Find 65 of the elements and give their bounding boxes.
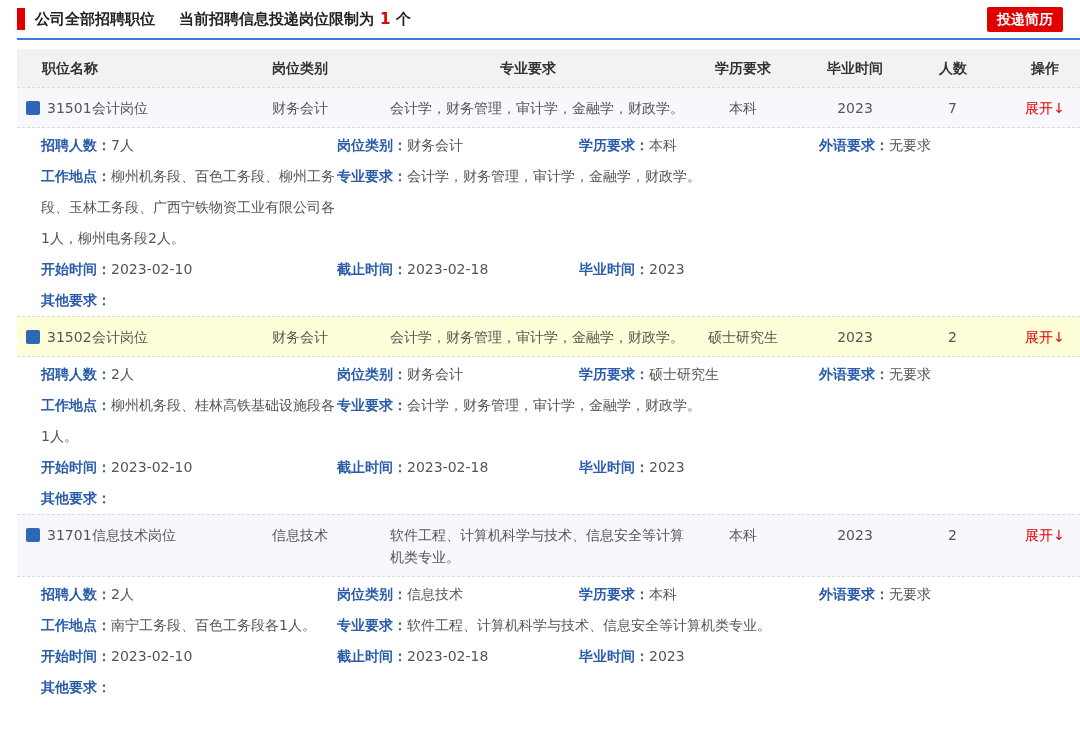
table-cell: 财务会计 xyxy=(272,329,328,345)
section-title: 公司全部招聘职位 xyxy=(35,8,155,30)
checkbox[interactable] xyxy=(26,101,40,115)
position-name: 31701信息技术岗位 xyxy=(47,526,176,545)
title-marker xyxy=(17,8,25,30)
detail-text: 其他要求： xyxy=(41,679,111,695)
table-cell: 财务会计 xyxy=(272,100,328,116)
detail-text: 专业要求：会计学，财务管理，审计学，金融学，财政学。 xyxy=(337,168,701,184)
detail-text: 学历要求：本科 xyxy=(579,586,677,602)
detail-text: 工作地点：柳州机务段、桂林高铁基础设施段各1人。 xyxy=(41,397,335,444)
detail-text: 招聘人数：7人 xyxy=(41,137,134,153)
column-header: 学历要求 xyxy=(713,58,772,78)
detail-text: 开始时间：2023-02-10 xyxy=(41,648,193,664)
checkbox[interactable] xyxy=(26,528,40,542)
detail-text: 招聘人数：2人 xyxy=(41,586,134,602)
column-header: 专业要求 xyxy=(498,58,557,78)
submit-resume-button[interactable]: 投递简历 xyxy=(987,6,1063,32)
table-cell: 2 xyxy=(948,527,957,543)
detail-text: 截止时间：2023-02-18 xyxy=(337,648,489,664)
detail-text: 招聘人数：2人 xyxy=(41,366,134,382)
detail-text: 岗位类别：信息技术 xyxy=(337,586,463,602)
expand-link[interactable]: 展开↓ xyxy=(1025,329,1065,345)
table-cell: 7 xyxy=(948,100,957,116)
table-cell: 软件工程、计算机科学与技术、信息安全等计算机类专业。 xyxy=(390,527,684,565)
table-cell: 本科 xyxy=(728,100,757,116)
detail-text: 外语要求：无要求 xyxy=(819,586,931,602)
detail-text: 岗位类别：财务会计 xyxy=(337,366,463,382)
expand-link[interactable]: 展开↓ xyxy=(1025,527,1065,543)
detail-text: 专业要求：软件工程、计算机科学与技术、信息安全等计算机类专业。 xyxy=(337,617,771,633)
table-cell: 硕士研究生 xyxy=(707,329,778,345)
expand-link[interactable]: 展开↓ xyxy=(1025,100,1065,116)
detail-text: 截止时间：2023-02-18 xyxy=(337,459,489,475)
detail-text: 其他要求： xyxy=(41,490,111,506)
column-header: 人数 xyxy=(937,58,968,78)
detail-text: 岗位类别：财务会计 xyxy=(337,137,463,153)
detail-text: 其他要求： xyxy=(41,292,111,308)
column-header: 操作 xyxy=(1030,58,1060,78)
detail-text: 截止时间：2023-02-18 xyxy=(337,261,489,277)
checkbox[interactable] xyxy=(26,330,40,344)
detail-text: 开始时间：2023-02-10 xyxy=(41,459,193,475)
detail-text: 学历要求：本科 xyxy=(579,137,677,153)
table-cell: 会计学，财务管理，审计学，金融学，财政学。 xyxy=(390,100,684,116)
detail-text: 学历要求：硕士研究生 xyxy=(579,366,719,382)
column-header: 职位名称 xyxy=(40,58,99,78)
detail-text: 工作地点：南宁工务段、百色工务段各1人。 xyxy=(41,617,316,633)
detail-text: 毕业时间：2023 xyxy=(579,459,685,475)
detail-text: 毕业时间：2023 xyxy=(579,261,685,277)
column-header: 毕业时间 xyxy=(826,58,884,78)
table-cell: 会计学，财务管理，审计学，金融学，财政学。 xyxy=(390,329,684,345)
table-cell: 2023 xyxy=(837,100,873,116)
detail-text: 外语要求：无要求 xyxy=(819,137,931,153)
detail-text: 工作地点：柳州机务段、百色工务段、柳州工务段、玉林工务段、广西宁铁物资工业有限公司各1人，柳州电务段2人。 xyxy=(41,168,335,246)
detail-text: 专业要求：会计学，财务管理，审计学，金融学，财政学。 xyxy=(337,397,701,413)
detail-text: 开始时间：2023-02-10 xyxy=(41,261,193,277)
detail-text: 毕业时间：2023 xyxy=(579,648,685,664)
position-name: 31502会计岗位 xyxy=(47,328,148,347)
table-cell: 2 xyxy=(948,329,957,345)
limit-notice: 当前招聘信息投递岗位限制为 1 个 xyxy=(179,8,412,30)
position-name: 31501会计岗位 xyxy=(47,99,148,118)
table-cell: 2023 xyxy=(837,527,873,543)
table-cell: 信息技术 xyxy=(272,527,328,543)
detail-text: 外语要求：无要求 xyxy=(819,366,931,382)
table-cell: 本科 xyxy=(728,527,757,543)
table-cell: 2023 xyxy=(837,329,873,345)
column-header: 岗位类别 xyxy=(271,58,329,78)
